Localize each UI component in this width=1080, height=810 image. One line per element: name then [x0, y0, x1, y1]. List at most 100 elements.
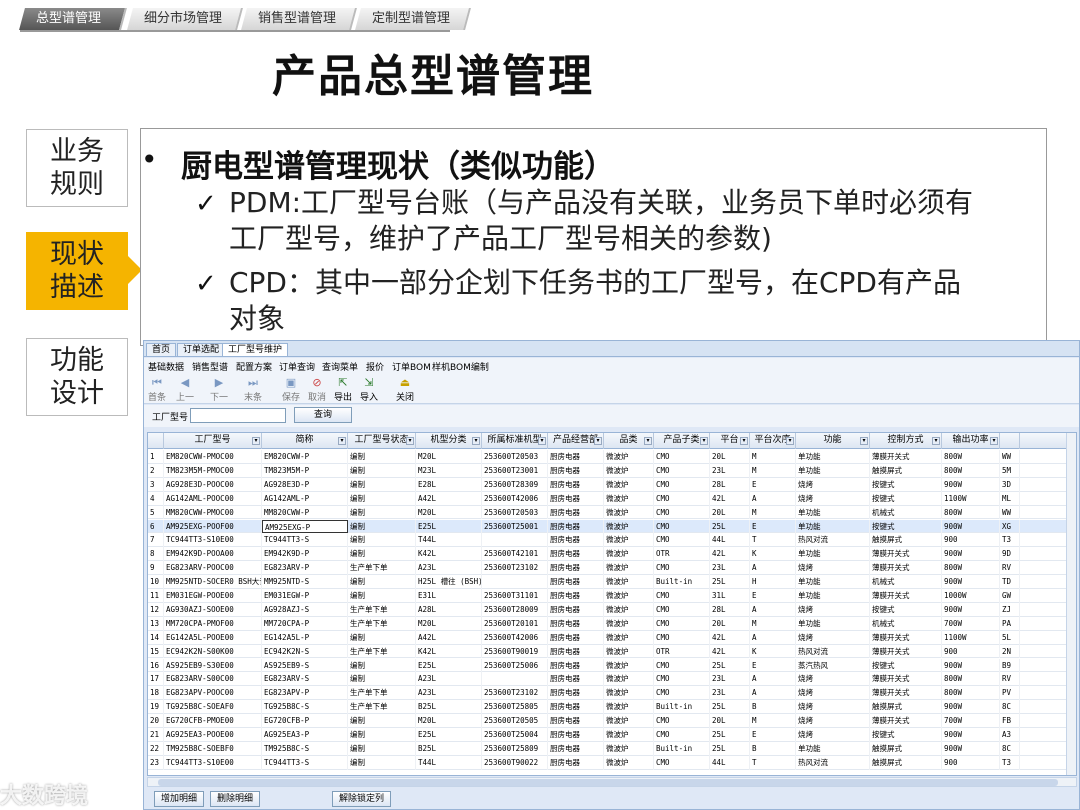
- table-cell[interactable]: A: [750, 602, 796, 617]
- table-cell[interactable]: 生产单下单: [348, 700, 416, 715]
- table-cell[interactable]: EG823ARV-P: [262, 561, 348, 576]
- table-cell[interactable]: 253600T23102: [482, 686, 548, 701]
- table-cell[interactable]: TC944TT3-S10E00: [164, 755, 262, 770]
- table-cell[interactable]: Built-in: [654, 575, 710, 589]
- table-cell[interactable]: A: [750, 561, 796, 576]
- table-cell[interactable]: 薄膜开关式: [870, 714, 942, 728]
- table-cell[interactable]: 厨房电器: [548, 505, 604, 520]
- table-cell[interactable]: 900W: [942, 547, 1000, 562]
- table-cell[interactable]: RV: [1000, 561, 1020, 576]
- table-row[interactable]: 10MM925NTD-SOCER0 BSH大订单MM925NTD-S编制H25L…: [148, 575, 1076, 589]
- table-cell[interactable]: 单功能: [796, 450, 870, 464]
- chevron-down-icon[interactable]: ▾: [740, 437, 748, 445]
- table-cell[interactable]: M23L: [416, 463, 482, 478]
- table-cell[interactable]: 编制: [348, 728, 416, 742]
- table-cell[interactable]: ZJ: [1000, 602, 1020, 617]
- table-cell[interactable]: 253600T20505: [482, 714, 548, 728]
- table-cell[interactable]: 800W: [942, 672, 1000, 687]
- table-row[interactable]: 20 EG720CFB-PMOE00 EG720CFB-P 编制 M20L 253600T…: [148, 714, 1076, 728]
- table-cell[interactable]: 253600T42101: [482, 547, 548, 562]
- table-cell[interactable]: 8C: [1000, 741, 1020, 756]
- table-cell[interactable]: A28L: [416, 602, 482, 617]
- table-cell[interactable]: TM823M5M-PMOC00: [164, 463, 262, 478]
- table-cell[interactable]: [482, 533, 548, 548]
- table-cell[interactable]: 9D: [1000, 547, 1020, 562]
- table-cell[interactable]: 触摸屏式: [870, 755, 942, 770]
- table-cell[interactable]: E: [750, 728, 796, 742]
- table-row[interactable]: 12 AG930AZJ-SOOE00 AG928AZJ-S 生产单下单 A28L 2536…: [148, 602, 1076, 617]
- table-cell[interactable]: 微波炉: [604, 505, 654, 520]
- table-cell[interactable]: 按键式: [870, 728, 942, 742]
- table-cell[interactable]: AG930AZJ-SOOE00: [164, 602, 262, 617]
- table-cell[interactable]: 17: [148, 672, 164, 687]
- table-cell[interactable]: CMO: [654, 505, 710, 520]
- table-cell[interactable]: 900W: [942, 519, 1000, 534]
- table-cell[interactable]: T: [750, 755, 796, 770]
- table-cell[interactable]: CMO: [654, 672, 710, 687]
- table-cell[interactable]: 253600T25809: [482, 741, 548, 756]
- table-cell[interactable]: 微波炉: [604, 700, 654, 715]
- table-cell[interactable]: 微波炉: [604, 450, 654, 464]
- table-cell[interactable]: 机械式: [870, 505, 942, 520]
- table-cell[interactable]: K42L: [416, 547, 482, 562]
- table-cell[interactable]: 烧烤: [796, 686, 870, 701]
- table-cell[interactable]: E: [750, 519, 796, 534]
- table-cell[interactable]: MM925NTD-S: [262, 575, 348, 589]
- chevron-down-icon[interactable]: ▾: [594, 437, 602, 445]
- table-cell[interactable]: EG823ARV-S: [262, 672, 348, 687]
- table-cell[interactable]: 253600T25001: [482, 519, 548, 534]
- table-cell[interactable]: H25L 槽往 (BSH): [416, 575, 482, 589]
- table-cell[interactable]: 微波炉: [604, 728, 654, 742]
- table-cell[interactable]: 1: [148, 450, 164, 464]
- table-cell[interactable]: M: [750, 463, 796, 478]
- table-cell[interactable]: EG142A5L-P: [262, 630, 348, 645]
- table-cell[interactable]: 20: [148, 714, 164, 728]
- menu-item[interactable]: 销售型谱: [192, 360, 228, 373]
- table-cell[interactable]: 单功能: [796, 519, 870, 534]
- table-cell[interactable]: AG925EA3-P: [262, 728, 348, 742]
- tab-segment-market[interactable]: 细分市场管理: [127, 8, 243, 30]
- table-cell[interactable]: 20L: [710, 616, 750, 631]
- table-cell[interactable]: B25L: [416, 741, 482, 756]
- table-cell[interactable]: 253600T25004: [482, 728, 548, 742]
- menu-item[interactable]: 订单BOM: [392, 360, 431, 373]
- table-cell[interactable]: 1100W: [942, 491, 1000, 506]
- table-cell[interactable]: A: [750, 630, 796, 645]
- table-cell[interactable]: T44L: [416, 755, 482, 770]
- chevron-down-icon[interactable]: ▾: [472, 437, 480, 445]
- table-cell[interactable]: E25L: [416, 519, 482, 534]
- table-row[interactable]: 23 TC944TT3-S10E00 TC944TT3-S 编制 T44L 253600T…: [148, 755, 1076, 770]
- table-cell[interactable]: AG142AML-POOC00: [164, 491, 262, 506]
- table-cell[interactable]: 900W: [942, 602, 1000, 617]
- table-cell[interactable]: 20L: [710, 450, 750, 464]
- app-tab-order-config[interactable]: 订单选配: [177, 343, 226, 357]
- table-cell[interactable]: 9: [148, 561, 164, 576]
- table-row[interactable]: 22 TM925B8C-SOEBF0 TM925B8C-S 编制 B25L 253600T…: [148, 741, 1076, 756]
- table-cell[interactable]: 微波炉: [604, 755, 654, 770]
- table-cell[interactable]: EM942K9D-P: [262, 547, 348, 562]
- table-cell[interactable]: EG823ARV-POOC00: [164, 561, 262, 576]
- table-cell[interactable]: 厨房电器: [548, 561, 604, 576]
- table-cell[interactable]: 厨房电器: [548, 533, 604, 548]
- table-cell[interactable]: 253600T31101: [482, 589, 548, 603]
- table-cell[interactable]: 厨房电器: [548, 519, 604, 534]
- table-cell[interactable]: 12: [148, 602, 164, 617]
- table-cell[interactable]: 单功能: [796, 505, 870, 520]
- table-cell[interactable]: 微波炉: [604, 686, 654, 701]
- table-cell[interactable]: 按键式: [870, 602, 942, 617]
- table-cell[interactable]: 生产单下单: [348, 644, 416, 659]
- menu-item[interactable]: 基础数据: [148, 360, 184, 373]
- table-cell[interactable]: 编制: [348, 630, 416, 645]
- table-cell[interactable]: CMO: [654, 658, 710, 673]
- table-cell[interactable]: 单功能: [796, 616, 870, 631]
- app-tab-factory-model[interactable]: 工厂型号维护: [222, 343, 289, 357]
- table-cell[interactable]: 按键式: [870, 519, 942, 534]
- table-cell[interactable]: 厨房电器: [548, 755, 604, 770]
- table-cell[interactable]: MM720CPA-P: [262, 616, 348, 631]
- table-cell[interactable]: EM820CWW-P: [262, 450, 348, 464]
- table-cell[interactable]: 触摸屏式: [870, 533, 942, 548]
- column-header[interactable]: 输出功率 ▾: [942, 433, 1000, 449]
- table-cell[interactable]: 微波炉: [604, 491, 654, 506]
- table-cell[interactable]: 800W: [942, 686, 1000, 701]
- table-cell[interactable]: 25L: [710, 658, 750, 673]
